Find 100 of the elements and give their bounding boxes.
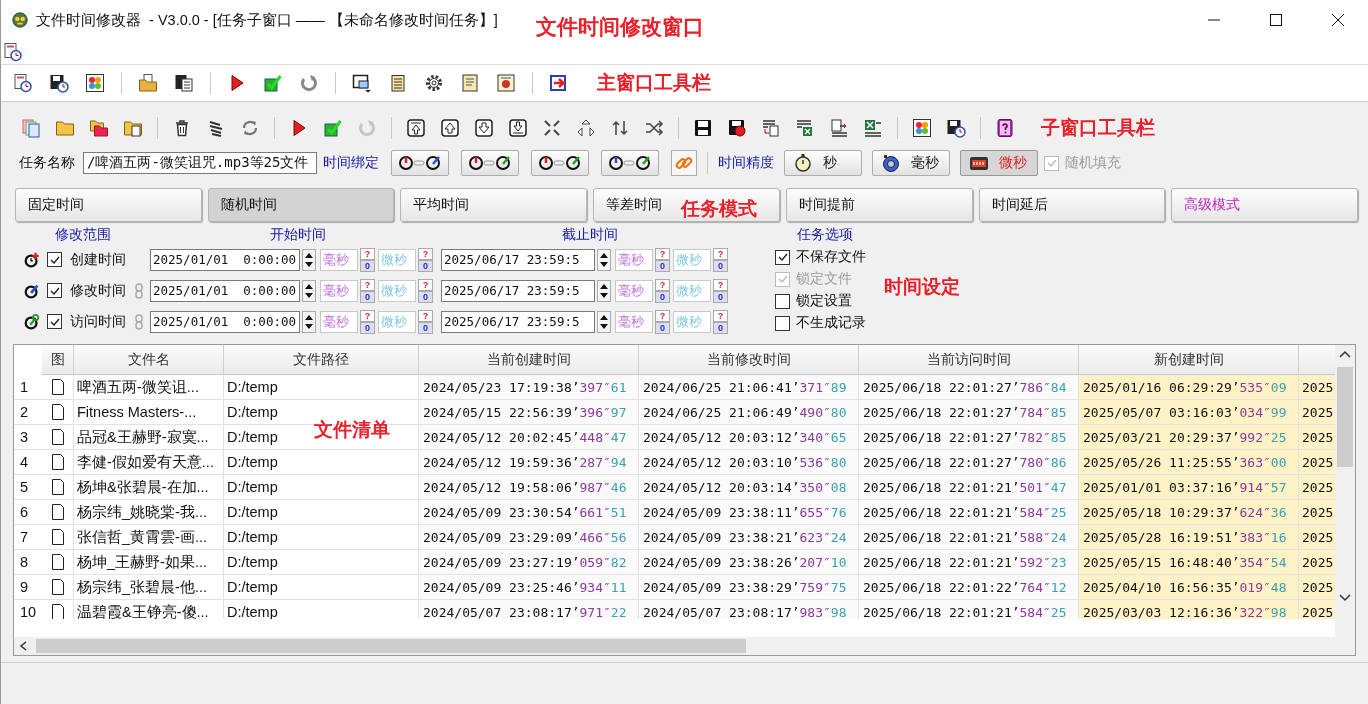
checkmark-icon[interactable] <box>263 73 283 93</box>
datetime-field[interactable]: 2025/06/17 23:59:5 <box>441 279 595 302</box>
save-clock-icon[interactable] <box>49 73 69 93</box>
spin-up-button[interactable]: ? <box>418 247 433 260</box>
datetime-field[interactable]: 2025/01/01 0:00:00 <box>150 310 300 333</box>
checkbox[interactable] <box>775 249 790 265</box>
millisecond-field[interactable]: 毫秒 <box>615 248 653 271</box>
microsecond-field[interactable]: 微秒 <box>673 248 711 271</box>
spin-up-button[interactable]: ? <box>360 247 375 260</box>
mode-tab[interactable]: 固定时间 <box>15 188 202 222</box>
save-document-icon[interactable] <box>174 73 194 93</box>
shuffle-icon[interactable] <box>644 118 664 138</box>
spin-up-button[interactable]: ? <box>713 309 728 322</box>
spin-up-button[interactable]: ? <box>655 247 670 260</box>
child-window-icon[interactable] <box>3 42 23 62</box>
datetime-field[interactable]: 2025/01/01 0:00:00 <box>150 279 300 302</box>
checkbox[interactable] <box>775 315 790 331</box>
expand-icon[interactable] <box>576 118 596 138</box>
time-bind-button[interactable] <box>601 150 659 176</box>
collapse-icon[interactable] <box>542 118 562 138</box>
spin-button[interactable] <box>301 310 317 333</box>
spin-button[interactable] <box>596 248 612 271</box>
microsecond-field[interactable]: 微秒 <box>378 248 416 271</box>
document-clock-icon[interactable] <box>13 73 33 93</box>
mode-tab[interactable]: 时间提前 <box>785 188 973 222</box>
export-list-icon[interactable] <box>761 118 781 138</box>
column-header[interactable]: 文件名 <box>74 345 224 375</box>
mode-tab[interactable]: 时间延后 <box>978 188 1166 222</box>
excel-icon[interactable] <box>863 118 883 138</box>
millisecond-field[interactable]: 毫秒 <box>320 279 358 302</box>
microsecond-field[interactable]: 微秒 <box>378 310 416 333</box>
microsecond-field[interactable]: 微秒 <box>673 310 711 333</box>
task-name-field[interactable]: /啤酒五两-微笑诅咒.mp3等25文件 <box>83 152 317 174</box>
export-excel-icon[interactable] <box>795 118 815 138</box>
microsecond-field[interactable]: 微秒 <box>673 279 711 302</box>
folders-icon[interactable] <box>89 118 109 138</box>
spin-button[interactable] <box>596 279 612 302</box>
document-icon[interactable] <box>460 73 480 93</box>
spin-up-button[interactable]: ? <box>713 247 728 260</box>
precision-button[interactable]: 秒 <box>784 150 862 176</box>
refresh-icon[interactable] <box>240 118 260 138</box>
column-header[interactable]: 文件路径 <box>224 345 419 375</box>
maximize-icon[interactable] <box>1270 14 1282 26</box>
import-list-icon[interactable] <box>829 118 849 138</box>
mode-tab[interactable]: 随机时间 <box>207 188 395 222</box>
column-header[interactable]: 当前创建时间 <box>419 345 639 375</box>
vertical-scrollbar[interactable] <box>1335 345 1355 655</box>
spin-button[interactable] <box>301 248 317 271</box>
settings-icon[interactable] <box>424 73 444 93</box>
horizontal-scrollbar[interactable] <box>14 637 1336 655</box>
spin-up-button[interactable]: ? <box>713 278 728 291</box>
save-icon[interactable] <box>693 118 713 138</box>
color-grid-icon[interactable] <box>85 73 105 93</box>
millisecond-field[interactable]: 毫秒 <box>615 279 653 302</box>
datetime-field[interactable]: 2025/01/01 0:00:00 <box>150 248 300 271</box>
millisecond-field[interactable]: 毫秒 <box>615 310 653 333</box>
spin-button[interactable] <box>596 310 612 333</box>
time-bind-button[interactable] <box>461 150 519 176</box>
close-icon[interactable] <box>1332 14 1344 26</box>
column-header[interactable]: 当前修改时间 <box>639 345 859 375</box>
move-top-icon[interactable] <box>406 118 426 138</box>
checkbox[interactable] <box>47 314 62 329</box>
help-icon[interactable] <box>995 118 1015 138</box>
datetime-field[interactable]: 2025/06/17 23:59:5 <box>441 248 595 271</box>
move-down-icon[interactable] <box>474 118 494 138</box>
color-grid-icon[interactable] <box>912 118 932 138</box>
time-bind-button[interactable] <box>391 150 449 176</box>
mode-tab[interactable]: 平均时间 <box>400 188 588 222</box>
notepad-icon[interactable] <box>388 73 408 93</box>
datetime-field[interactable]: 2025/06/17 23:59:5 <box>441 310 595 333</box>
folder-document-icon[interactable] <box>123 118 143 138</box>
folder-icon[interactable] <box>55 118 75 138</box>
open-folder-icon[interactable] <box>138 73 158 93</box>
mode-tab[interactable]: 高级模式 <box>1171 188 1359 222</box>
spin-up-button[interactable]: ? <box>418 278 433 291</box>
checkbox[interactable] <box>47 283 62 298</box>
microsecond-field[interactable]: 微秒 <box>378 279 416 302</box>
time-bind-button[interactable] <box>531 150 589 176</box>
sort-icon[interactable] <box>610 118 630 138</box>
spin-up-button[interactable]: ? <box>360 309 375 322</box>
column-header[interactable]: 新创建时间 <box>1079 345 1299 375</box>
checkbox[interactable] <box>775 293 790 309</box>
column-header[interactable]: 当前访问时间 <box>859 345 1079 375</box>
millisecond-field[interactable]: 毫秒 <box>320 248 358 271</box>
spin-up-button[interactable]: ? <box>418 309 433 322</box>
window-icon[interactable] <box>352 73 372 93</box>
spin-up-button[interactable]: ? <box>360 278 375 291</box>
save-as-icon[interactable] <box>727 118 747 138</box>
millisecond-field[interactable]: 毫秒 <box>320 310 358 333</box>
link-button[interactable] <box>671 150 697 176</box>
checkmark-icon[interactable] <box>323 118 343 138</box>
checkbox[interactable] <box>47 252 62 267</box>
precision-button[interactable]: 毫秒 <box>872 150 950 176</box>
spin-up-button[interactable]: ? <box>655 309 670 322</box>
exit-icon[interactable] <box>549 73 569 93</box>
spin-up-button[interactable]: ? <box>655 278 670 291</box>
save-clock-icon[interactable] <box>946 118 966 138</box>
undo-icon[interactable] <box>299 73 319 93</box>
documents-icon[interactable] <box>21 118 41 138</box>
column-header[interactable]: 图 <box>42 345 74 375</box>
